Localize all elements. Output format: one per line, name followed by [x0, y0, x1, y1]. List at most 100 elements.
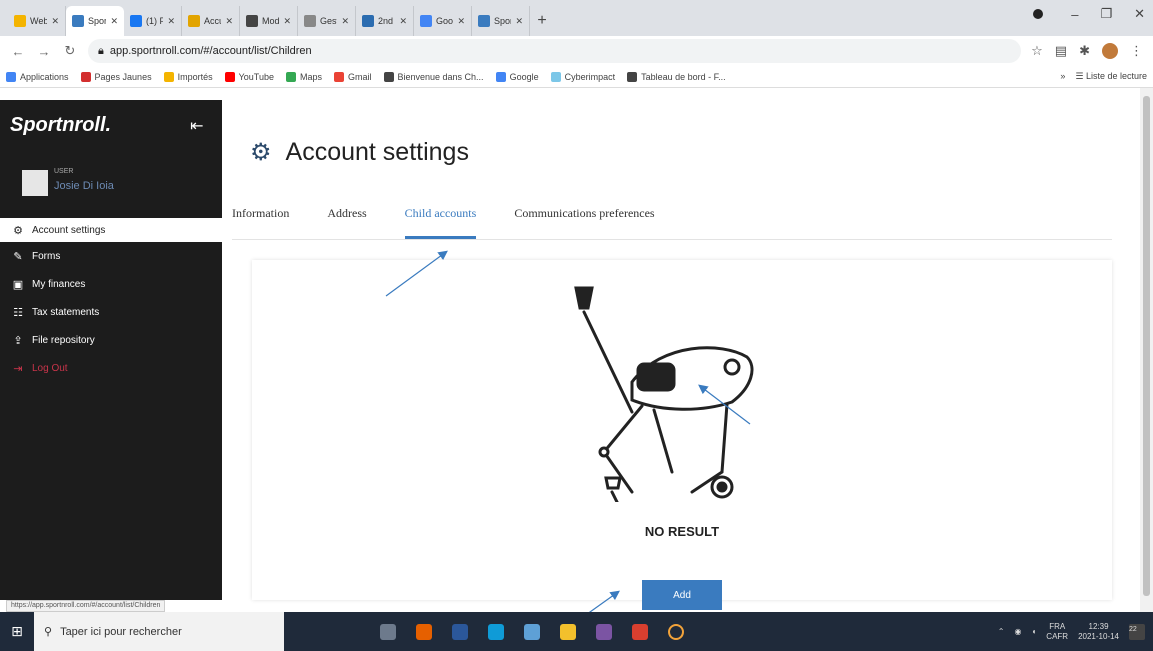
close-tab-icon[interactable]: ✕ — [457, 16, 465, 27]
minimize-icon[interactable]: – — [1071, 7, 1078, 22]
menu-icon[interactable]: ⋮ — [1130, 43, 1143, 59]
chrome-icon[interactable] — [632, 623, 648, 640]
bookmark-label: Applications — [20, 71, 69, 82]
bookmark-icon — [163, 71, 174, 82]
child-accounts-card: NO RESULT Add — [252, 260, 1112, 610]
browser-tab-label: Sportnr — [88, 16, 107, 26]
window-controls: – ❐ ✕ — [1033, 6, 1145, 22]
task-view-icon[interactable] — [380, 623, 396, 640]
collapse-sidebar-icon[interactable]: ⇤ — [190, 116, 203, 136]
sidebar-item-label: Log Out — [32, 362, 68, 374]
sidebar-item-file-repository[interactable]: ⇪ File repository — [0, 326, 222, 354]
bookmark-item[interactable]: YouTube — [224, 71, 274, 82]
reload-icon[interactable]: ↻ — [62, 43, 78, 59]
bookmark-item[interactable]: Applications — [6, 71, 69, 82]
extension-icon[interactable]: ▤ — [1055, 43, 1067, 59]
user-avatar — [22, 170, 48, 196]
sidebar-item-my-finances[interactable]: ▣ My finances — [0, 270, 222, 298]
browser-tab[interactable]: Google✕ — [414, 6, 472, 36]
close-window-icon[interactable]: ✕ — [1134, 6, 1145, 22]
tray-volume-icon[interactable]: ◖ — [1031, 627, 1036, 636]
browser-tab[interactable]: Sportnr✕ — [472, 6, 530, 36]
user-name[interactable]: Josie Di Ioia — [54, 180, 114, 192]
close-tab-icon[interactable]: ✕ — [399, 16, 407, 27]
sidebar-item-log-out[interactable]: ⇥ Log Out — [0, 354, 222, 382]
notification-icon[interactable]: 22 — [1129, 623, 1145, 640]
profile-avatar[interactable] — [1102, 43, 1118, 59]
browser-tab[interactable]: Gestion ✕ — [298, 6, 356, 36]
tab-address[interactable]: Address — [327, 192, 366, 239]
tab-child-accounts[interactable]: Child accounts — [404, 192, 477, 239]
sidebar-item-account-settings[interactable]: ⚙ Account settings — [0, 218, 222, 242]
file-explorer-icon[interactable] — [560, 623, 576, 640]
tray-wifi-icon[interactable]: ◉ — [1014, 627, 1021, 636]
star-icon[interactable]: ☆ — [1031, 43, 1043, 59]
puzzle-icon[interactable]: ✱ — [1079, 43, 1090, 59]
bookmark-item[interactable]: Maps — [285, 71, 322, 82]
bookmark-icon — [495, 71, 506, 82]
bookmark-item[interactable]: Gmail — [333, 71, 372, 82]
close-tab-icon[interactable]: ✕ — [341, 16, 349, 27]
close-tab-icon[interactable]: ✕ — [110, 16, 118, 27]
page-scrollbar[interactable] — [1140, 88, 1153, 612]
taskbar-search[interactable]: ⚲ Taper ici pour rechercher — [34, 612, 284, 651]
windows-start-icon[interactable]: ⊞ — [0, 623, 34, 640]
close-tab-icon[interactable]: ✕ — [515, 16, 523, 27]
app-logo[interactable]: Sportnroll. — [10, 114, 111, 137]
close-tab-icon[interactable]: ✕ — [167, 16, 175, 27]
logout-icon: ⇥ — [13, 362, 23, 375]
keyboard-layout[interactable]: FRA CAFR — [1046, 622, 1068, 642]
back-icon[interactable]: ← — [10, 44, 26, 59]
edge-icon[interactable] — [488, 623, 504, 640]
bookmark-item[interactable]: Bienvenue dans Ch... — [383, 71, 484, 82]
bookmark-item[interactable]: Cyberimpact — [550, 71, 615, 82]
clock[interactable]: 12:39 2021-10-14 — [1078, 622, 1119, 642]
browser-tab[interactable]: WebMail✕ — [8, 6, 66, 36]
account-tabs: Information Address Child accounts Communic… — [232, 192, 1112, 240]
sidebar-item-forms[interactable]: ✎ Forms — [0, 242, 222, 270]
browser-tab[interactable]: Modifie✕ — [240, 6, 298, 36]
reading-list[interactable]: ☰ Liste de lecture — [1075, 71, 1147, 82]
bookmarks-bar: Applications Pages Jaunes Importés YouTube M… — [0, 66, 1153, 88]
tab-communications-preferences[interactable]: Communications preferences — [514, 192, 654, 239]
url-text: app.sportnroll.com/#/account/list/Childr… — [109, 45, 312, 57]
tab-information[interactable]: Information — [232, 192, 289, 239]
bookmark-item[interactable]: Google — [495, 71, 539, 82]
bookmark-label: Bienvenue dans Ch... — [397, 71, 484, 82]
close-tab-icon[interactable]: ✕ — [283, 16, 291, 27]
browser-tab[interactable]: 2nd Bu ✕ — [356, 6, 414, 36]
bookmark-item[interactable]: Pages Jaunes — [80, 71, 152, 82]
bookmark-item[interactable]: Tableau de bord - F... — [627, 71, 726, 82]
bookmark-icon — [550, 71, 561, 82]
bookmark-icon — [627, 71, 638, 82]
profile-dot[interactable] — [1033, 9, 1044, 19]
tray-chevron-icon[interactable]: ⌃ — [998, 627, 1005, 636]
scrollbar-thumb[interactable] — [1143, 96, 1150, 596]
url-input[interactable]: 🔒︎ app.sportnroll.com/#/account/list/Chi… — [88, 39, 1022, 63]
browser-tab-strip: WebMail✕Sportnr✕(1) Face✕Accueil✕Modifie… — [0, 0, 1153, 36]
bookmark-item[interactable]: Importés — [163, 71, 213, 82]
favicon-icon — [420, 15, 432, 27]
search-icon: ⚲ — [44, 626, 53, 638]
browser-tab[interactable]: Sportnr✕ — [66, 6, 124, 36]
maximize-icon[interactable]: ❐ — [1100, 6, 1112, 22]
browser-tab[interactable]: Accueil ✕ — [182, 6, 240, 36]
new-tab-button[interactable]: + — [530, 6, 554, 36]
bookmark-icon — [285, 71, 296, 82]
browser-tab[interactable]: (1) Face ✕ — [124, 6, 182, 36]
firefox-icon[interactable] — [416, 623, 432, 640]
teams-icon[interactable] — [596, 623, 612, 640]
add-button[interactable]: Add — [642, 580, 722, 610]
word-icon[interactable] — [452, 623, 468, 640]
app-circle-icon[interactable] — [668, 623, 684, 640]
more-bookmarks-icon[interactable]: » — [1060, 71, 1065, 82]
sidebar-item-tax-statements[interactable]: ☷ Tax statements — [0, 298, 222, 326]
bookmark-icon — [80, 71, 91, 82]
sidebar-item-label: Tax statements — [32, 306, 100, 318]
forward-icon[interactable]: → — [36, 44, 52, 59]
close-tab-icon[interactable]: ✕ — [225, 16, 233, 27]
browser-tab-label: WebMail — [30, 16, 48, 26]
upload-icon: ⇪ — [13, 334, 23, 347]
network-icon[interactable] — [524, 623, 540, 640]
close-tab-icon[interactable]: ✕ — [51, 16, 59, 27]
